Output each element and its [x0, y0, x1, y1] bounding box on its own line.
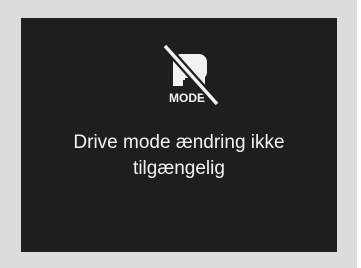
- display-frame: MODE Drive mode ændring ikke tilgængelig: [0, 0, 357, 268]
- message-line-1: Drive mode ændring ikke: [73, 132, 285, 153]
- display-screen: MODE Drive mode ændring ikke tilgængelig: [21, 18, 337, 252]
- drive-mode-unavailable-icon: MODE: [162, 43, 220, 106]
- message-line-2: tilgængelig: [133, 158, 225, 179]
- icon-mode-label: MODE: [169, 91, 205, 105]
- unavailable-message: Drive mode ændring ikke tilgængelig: [21, 130, 337, 182]
